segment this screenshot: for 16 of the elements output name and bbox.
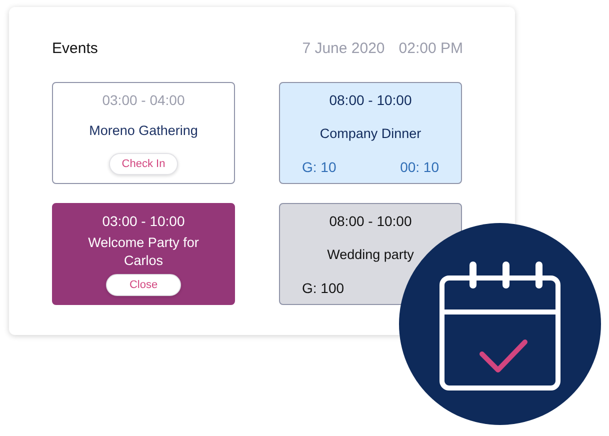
event-name: Company Dinner bbox=[320, 124, 422, 142]
guest-count: G: 100 bbox=[302, 280, 344, 296]
event-time: 08:00 - 10:00 bbox=[329, 92, 412, 108]
guest-count: G: 10 bbox=[302, 159, 336, 175]
event-name: Welcome Party for Carlos bbox=[87, 234, 200, 270]
check-in-button[interactable]: Check In bbox=[108, 153, 178, 175]
time-text: 02:00 PM bbox=[398, 40, 463, 57]
panel-title: Events bbox=[52, 40, 98, 57]
date-text: 7 June 2020 bbox=[302, 40, 385, 57]
event-name: Moreno Gathering bbox=[89, 122, 198, 140]
event-time: 03:00 - 04:00 bbox=[102, 92, 185, 108]
close-button[interactable]: Close bbox=[106, 274, 181, 296]
duration-text: 00: 10 bbox=[400, 159, 439, 175]
event-name: Wedding party bbox=[327, 246, 414, 264]
event-time: 03:00 - 10:00 bbox=[102, 213, 185, 229]
event-time: 08:00 - 10:00 bbox=[329, 213, 412, 229]
